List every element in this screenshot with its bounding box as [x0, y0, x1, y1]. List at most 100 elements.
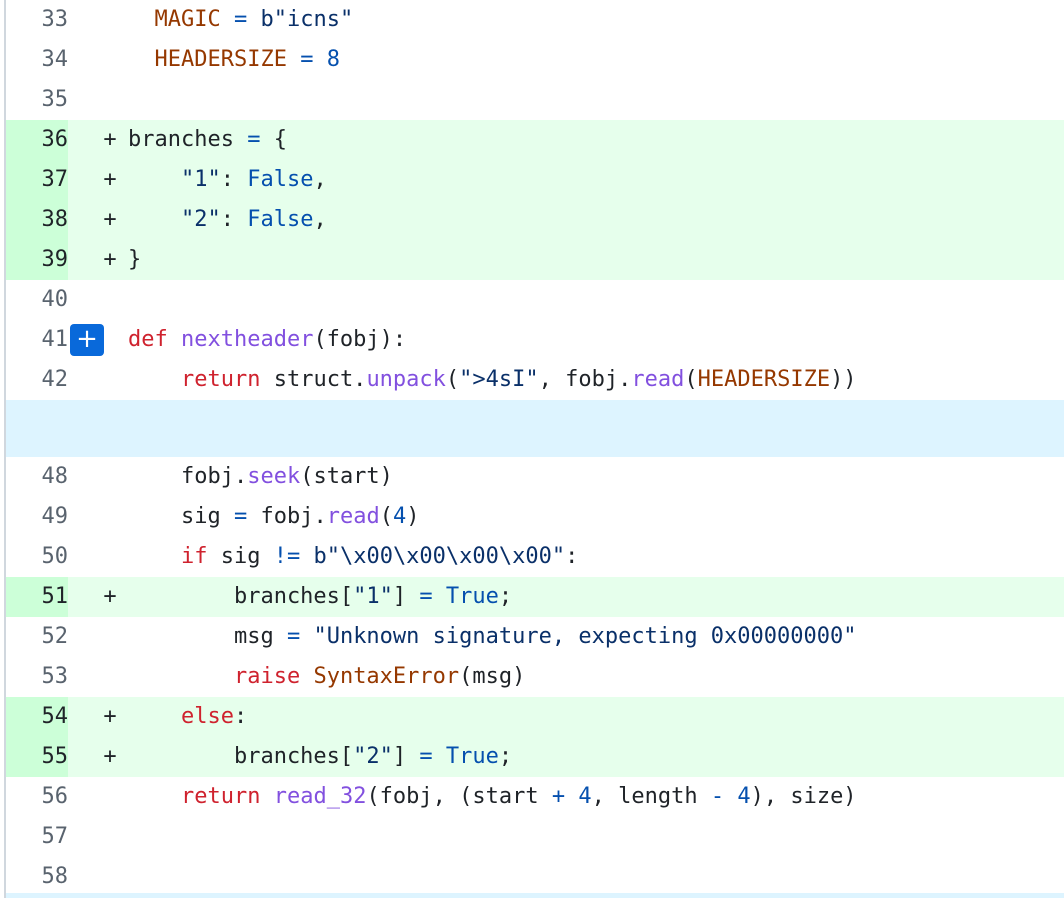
line-number[interactable]: 33	[6, 0, 69, 40]
code-diff-view: 33 MAGIC = b"icns" 34 HEADERSIZE = 8 35 36 +…	[4, 0, 1064, 898]
add-comment-button[interactable]: +	[70, 324, 104, 356]
code-token: "Unknown signature, expecting 0x00000000…	[313, 624, 857, 649]
code-token: sig	[207, 544, 274, 569]
code-text: msg = "Unknown signature, expecting 0x00…	[128, 617, 857, 657]
code-token: msg	[128, 624, 287, 649]
code-token: b"icns"	[260, 7, 354, 32]
code-token: False	[247, 167, 314, 192]
code-token: (start)	[300, 464, 393, 489]
diff-line: 40	[6, 280, 1064, 320]
line-number[interactable]: 48	[6, 457, 69, 497]
line-number[interactable]: 57	[6, 817, 69, 857]
line-number[interactable]: 34	[6, 40, 69, 80]
code-token: MAGIC	[154, 7, 221, 32]
code-text: "2": False,	[128, 200, 327, 240]
diff-line: 41 + def nextheader(fobj):	[6, 320, 1064, 360]
code-token: {	[260, 127, 287, 152]
code-token: fobj.	[128, 464, 248, 489]
code-token: , fobj.	[538, 367, 632, 392]
code-text: def nextheader(fobj):	[128, 320, 406, 360]
line-number[interactable]: 41	[6, 320, 69, 360]
code-token: HEADERSIZE	[697, 367, 831, 392]
code-token: =	[233, 504, 248, 529]
line-number[interactable]: 50	[6, 537, 69, 577]
diff-line: 34 HEADERSIZE = 8	[6, 40, 1064, 80]
code-token: :	[233, 704, 248, 729]
diff-marker: +	[103, 207, 117, 232]
line-number[interactable]: 51	[6, 577, 68, 617]
diff-line: 52 msg = "Unknown signature, expecting 0…	[6, 617, 1064, 657]
line-number[interactable]: 35	[6, 80, 69, 120]
code-token: if	[180, 544, 208, 569]
code-text: branches["1"] = True;	[128, 577, 512, 617]
line-number[interactable]: 52	[6, 617, 69, 657]
diff-line: 42 return struct.unpack(">4sI", fobj.rea…	[6, 360, 1064, 400]
line-number[interactable]: 54	[6, 697, 68, 737]
code-token: =	[286, 47, 327, 72]
line-number[interactable]: 56	[6, 777, 69, 817]
diff-line-added: 36 + branches = {	[6, 120, 1064, 160]
diff-line: 56 return read_32(fobj, (start + 4, leng…	[6, 777, 1064, 817]
code-token: (	[379, 504, 393, 529]
code-token: return	[180, 367, 261, 392]
code-text: fobj.seek(start)	[128, 457, 393, 497]
code-token: :	[220, 207, 248, 232]
code-token: ]	[392, 744, 420, 769]
line-number[interactable]: 38	[6, 200, 68, 240]
code-token: 8	[326, 47, 340, 72]
code-token: , length	[591, 784, 711, 809]
code-text: "1": False,	[128, 160, 327, 200]
code-text: return read_32(fobj, (start + 4, length …	[128, 777, 857, 817]
code-token: branches[	[128, 744, 354, 769]
code-token: =	[286, 624, 301, 649]
code-token: return	[180, 784, 261, 809]
code-token: =	[419, 744, 433, 769]
code-token: :	[220, 167, 248, 192]
line-number[interactable]: 49	[6, 497, 69, 537]
line-number[interactable]: 55	[6, 737, 68, 777]
code-token: False	[247, 207, 314, 232]
code-token: "1"	[353, 584, 393, 609]
line-number[interactable]: 37	[6, 160, 68, 200]
diff-line: 57	[6, 817, 1064, 857]
diff-marker: +	[103, 247, 117, 272]
code-token: ]	[392, 584, 420, 609]
code-token: read_32	[273, 784, 367, 809]
line-number[interactable]: 42	[6, 360, 69, 400]
code-token: ;	[498, 744, 513, 769]
hunk-separator-bottom	[6, 893, 1064, 898]
diff-line: 50 if sig != b"\x00\x00\x00\x00":	[6, 537, 1064, 577]
line-number[interactable]: 36	[6, 120, 68, 160]
diff-line: 48 fobj.seek(start)	[6, 457, 1064, 497]
code-token: seek	[247, 464, 301, 489]
line-number[interactable]: 40	[6, 280, 69, 320]
line-number[interactable]: 53	[6, 657, 69, 697]
code-token: -	[710, 784, 725, 809]
code-token: branches[	[128, 584, 354, 609]
diff-line-added: 54 + else:	[6, 697, 1064, 737]
hunk-separator[interactable]	[6, 400, 1064, 457]
code-token: (fobj):	[313, 327, 407, 352]
diff-line-added: 38 + "2": False,	[6, 200, 1064, 240]
code-token: 4	[737, 784, 751, 809]
code-token: (msg)	[459, 664, 526, 689]
diff-marker: +	[103, 704, 117, 729]
diff-line: 58	[6, 857, 1064, 897]
line-number[interactable]: 39	[6, 240, 68, 280]
code-token: True	[445, 744, 499, 769]
diff-marker: +	[103, 584, 117, 609]
code-text: sig = fobj.read(4)	[128, 497, 419, 537]
code-text: if sig != b"\x00\x00\x00\x00":	[128, 537, 578, 577]
code-token: =	[247, 127, 261, 152]
line-number[interactable]: 58	[6, 857, 69, 897]
